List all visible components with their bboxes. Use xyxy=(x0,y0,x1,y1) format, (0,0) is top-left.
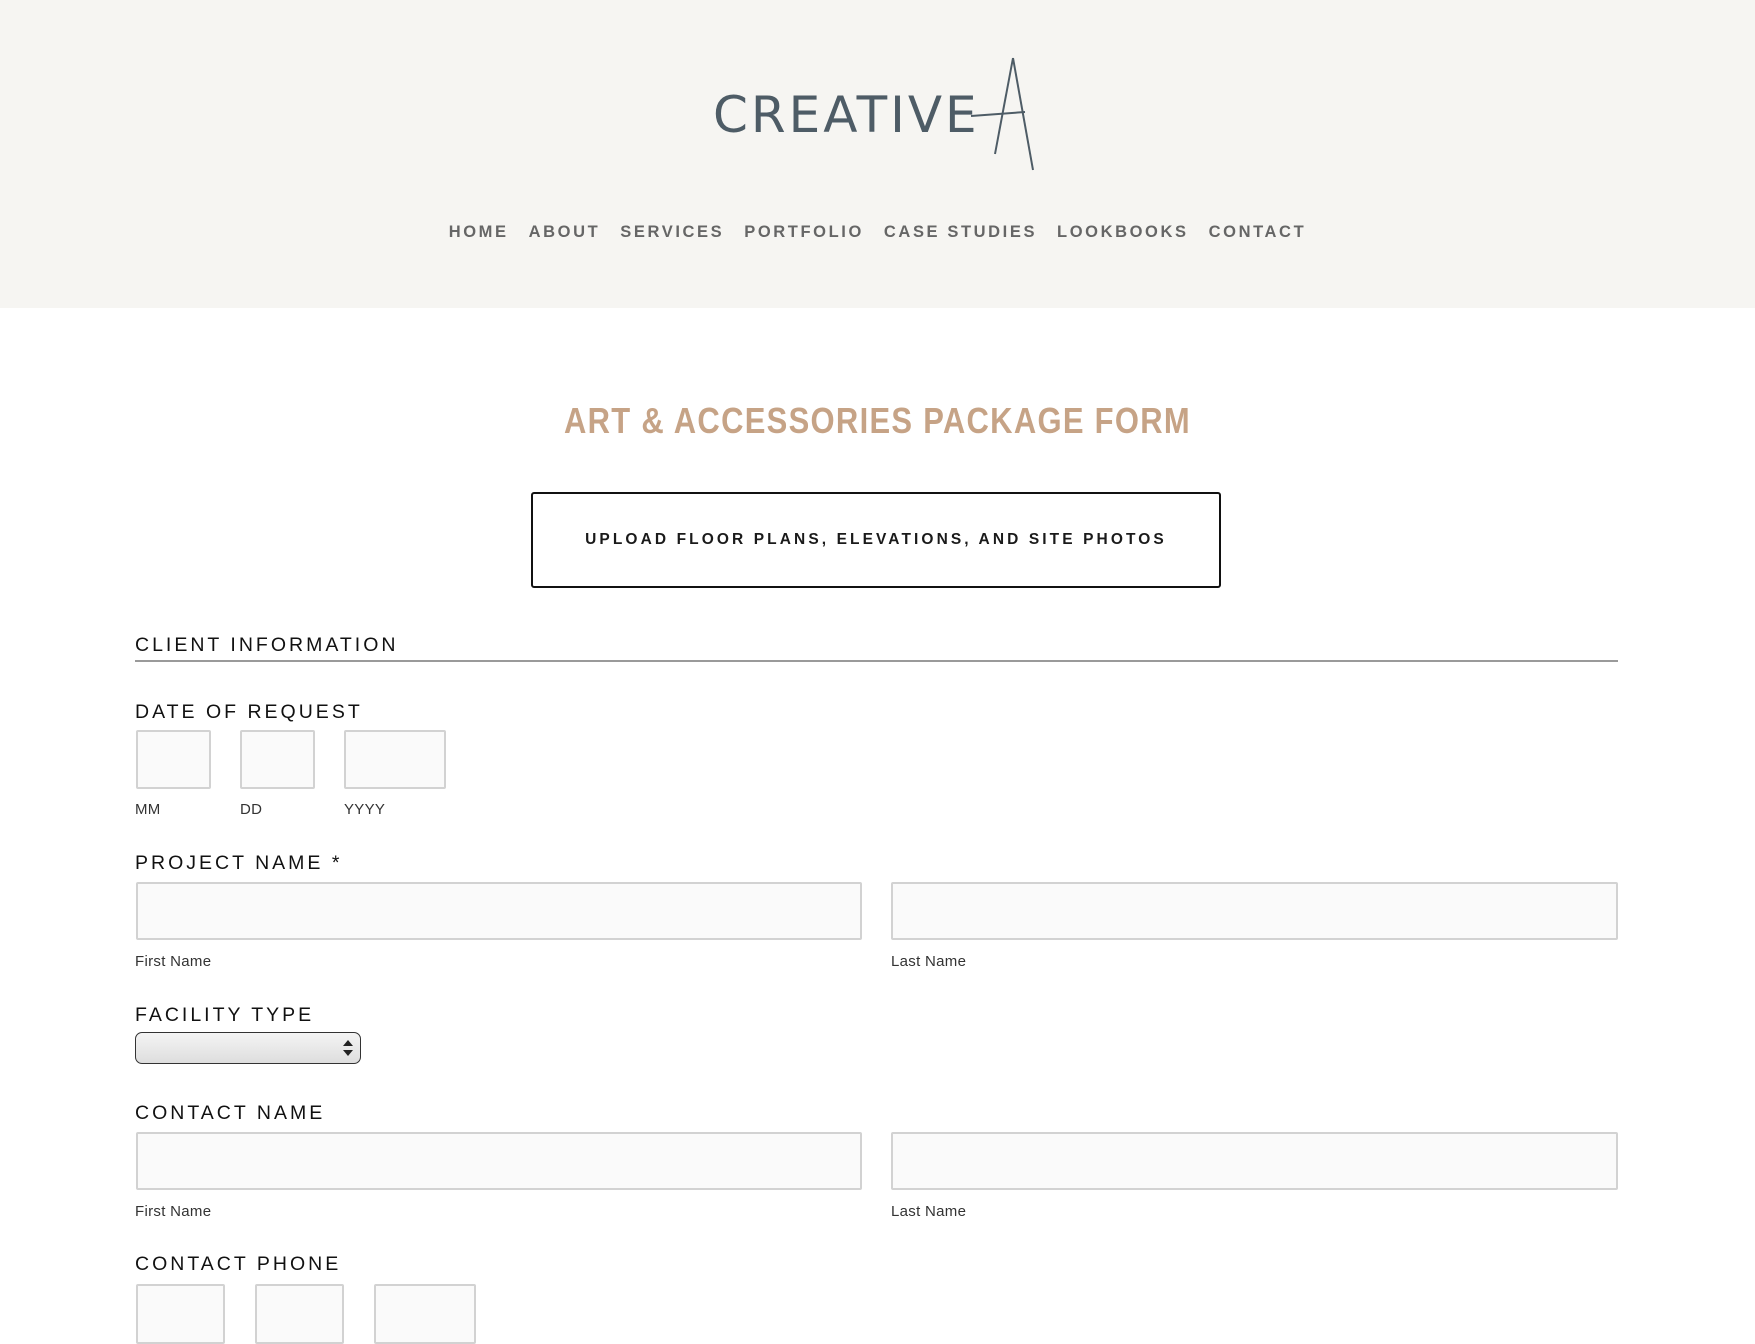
facility-type-label: FACILITY TYPE xyxy=(135,1004,315,1026)
project-first-name-sublabel: First Name xyxy=(135,953,212,970)
page-title: ART & ACCESSORIES PACKAGE FORM xyxy=(564,400,1191,441)
date-of-request-label: DATE OF REQUEST xyxy=(135,701,363,723)
project-last-name-input[interactable] xyxy=(891,882,1618,940)
main-nav: HOME ABOUT SERVICES PORTFOLIO CASE STUDI… xyxy=(0,222,1755,242)
date-mm-sublabel: MM xyxy=(135,801,161,818)
contact-first-name-sublabel: First Name xyxy=(135,1203,212,1220)
date-dd-input[interactable] xyxy=(240,730,315,789)
project-last-name-sublabel: Last Name xyxy=(891,953,967,970)
creative-a-logo[interactable]: CREATIVE xyxy=(713,56,1043,174)
contact-first-name-input[interactable] xyxy=(136,1132,862,1190)
nav-portfolio[interactable]: PORTFOLIO xyxy=(734,222,874,242)
logo-a-mark-icon xyxy=(970,57,1034,171)
logo-text: CREATIVE xyxy=(713,86,980,144)
facility-type-select[interactable] xyxy=(135,1032,361,1064)
nav-case-studies[interactable]: CASE STUDIES xyxy=(874,222,1047,242)
nav-home[interactable]: HOME xyxy=(439,222,519,242)
contact-last-name-sublabel: Last Name xyxy=(891,1203,967,1220)
project-name-label: PROJECT NAME * xyxy=(135,852,343,874)
contact-last-name-input[interactable] xyxy=(891,1132,1618,1190)
date-yyyy-input[interactable] xyxy=(344,730,446,789)
section-divider xyxy=(135,660,1618,662)
contact-phone-label: CONTACT PHONE xyxy=(135,1253,342,1275)
date-dd-sublabel: DD xyxy=(240,801,263,818)
section-heading-client-information: CLIENT INFORMATION xyxy=(135,634,399,656)
select-updown-arrows-icon xyxy=(343,1040,353,1056)
contact-phone-line-input[interactable] xyxy=(374,1284,476,1344)
contact-phone-area-input[interactable] xyxy=(136,1284,225,1344)
nav-services[interactable]: SERVICES xyxy=(610,222,734,242)
contact-phone-prefix-input[interactable] xyxy=(255,1284,344,1344)
nav-lookbooks[interactable]: LOOKBOOKS xyxy=(1047,222,1199,242)
site-header: CREATIVE HOME ABOUT SERVICES PORTFOLIO C… xyxy=(0,0,1755,308)
upload-files-button[interactable]: UPLOAD FLOOR PLANS, ELEVATIONS, AND SITE… xyxy=(531,492,1221,588)
date-mm-input[interactable] xyxy=(136,730,211,789)
contact-name-label: CONTACT NAME xyxy=(135,1102,326,1124)
date-yyyy-sublabel: YYYY xyxy=(344,801,386,818)
nav-contact[interactable]: CONTACT xyxy=(1199,222,1317,242)
project-first-name-input[interactable] xyxy=(136,882,862,940)
nav-about[interactable]: ABOUT xyxy=(519,222,611,242)
